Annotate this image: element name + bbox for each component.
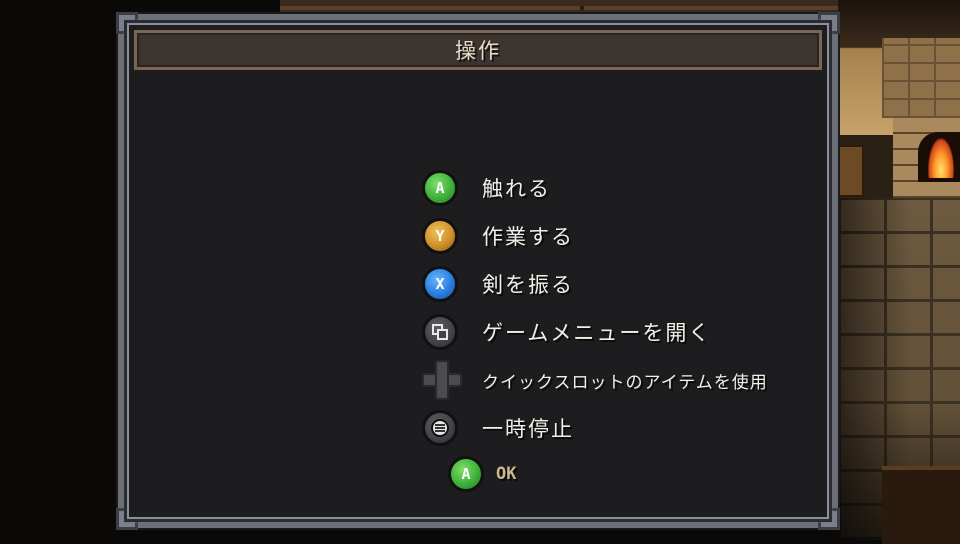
control-label: 作業する [482,225,574,249]
dpad-icon [422,360,462,400]
control-row-interact: A 触れる [422,168,551,208]
control-row-game-menu: ゲームメニューを開く [422,312,711,352]
hamburger-icon [431,419,449,437]
overlapping-squares-icon [432,324,448,340]
y-button-icon: Y [422,218,458,254]
control-label: ゲームメニューを開く [482,321,712,345]
x-button-icon: X [422,266,458,302]
background-bottom [118,528,838,540]
control-row-pause: 一時停止 [422,408,574,448]
control-label: クイックスロットのアイテムを使用 [482,372,768,393]
controls-dialog: 操作 A 触れる Y 作業する X 剣を振る ゲームメニューを開く クイックスロ… [116,12,840,530]
brick-chimney [882,38,960,118]
view-button-icon [422,314,458,350]
a-button-icon: A [448,456,484,492]
control-label: 一時停止 [482,417,574,441]
control-row-swing-sword: X 剣を振る [422,264,574,304]
control-label: 触れる [482,177,551,201]
control-label: 剣を振る [482,273,574,297]
ok-label: OK [496,464,517,484]
control-row-quick-slot: クイックスロットのアイテムを使用 [422,360,768,400]
control-row-work: Y 作業する [422,216,574,256]
ok-button[interactable]: A OK [448,456,516,492]
a-button-icon: A [422,170,458,206]
dialog-title: 操作 [455,39,501,63]
wooden-door [882,466,960,544]
frame-corner [116,508,138,530]
background-darkness [0,0,118,540]
frame-corner [818,508,840,530]
dialog-title-bar: 操作 [134,30,822,70]
wooden-shelf [838,145,864,197]
fire-icon [928,138,954,178]
menu-button-icon [422,410,458,446]
